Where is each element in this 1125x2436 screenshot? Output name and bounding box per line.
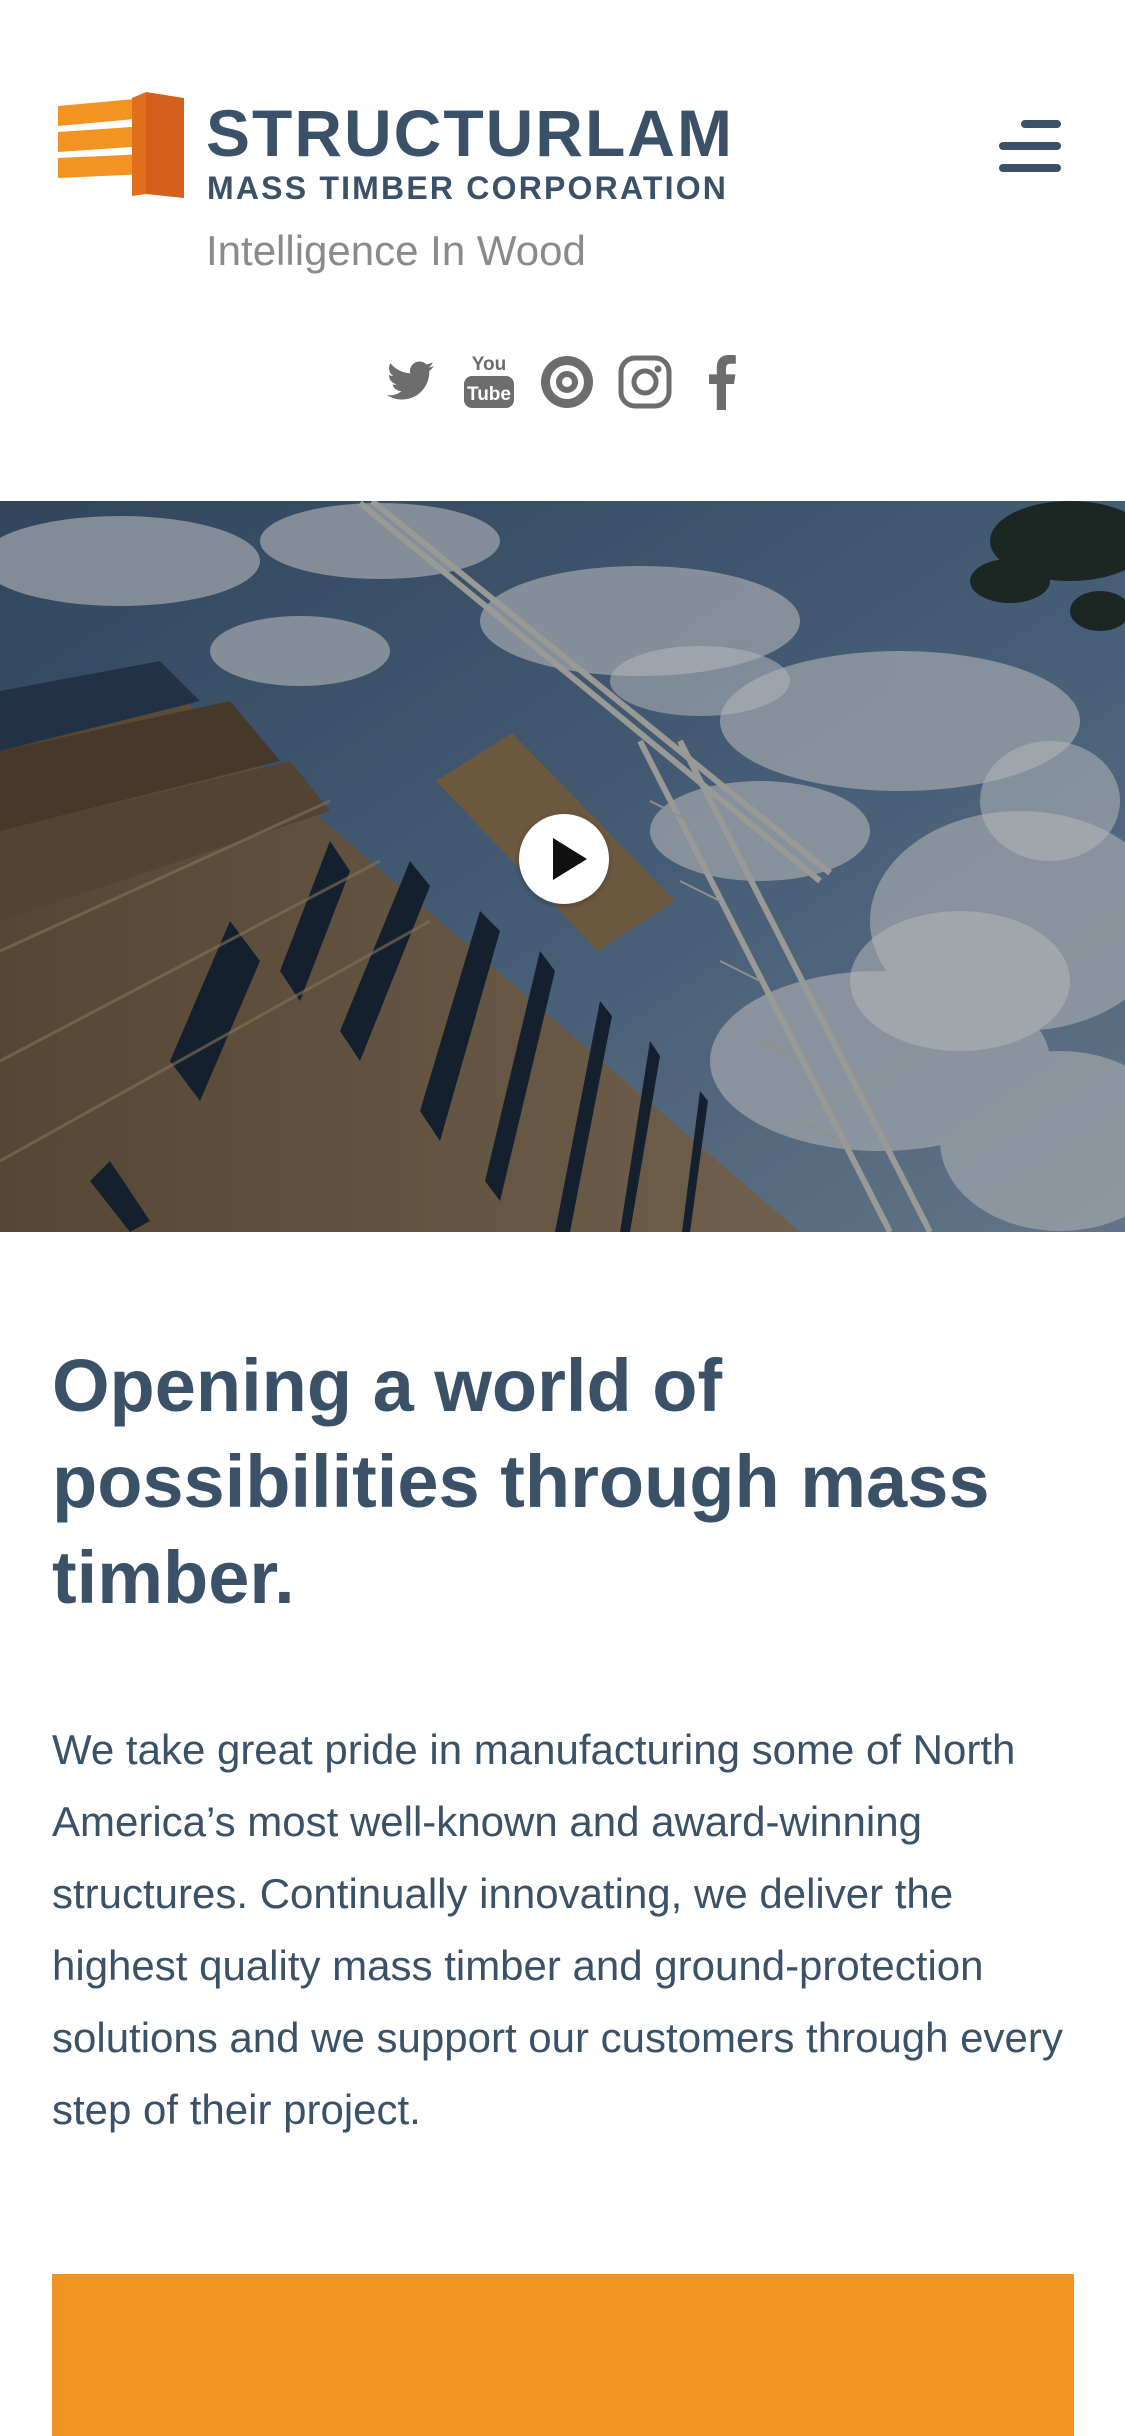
page-headline: Opening a world of possibilities through…	[52, 1344, 990, 1619]
brand-subtitle: MASS TIMBER CORPORATION	[207, 170, 729, 206]
youtube-icon[interactable]: You Tube	[462, 350, 516, 410]
svg-text:You: You	[472, 354, 506, 375]
twitter-icon[interactable]	[384, 350, 438, 410]
intro-paragraph: We take great pride in manufacturing som…	[52, 1726, 1063, 2133]
structurlam-logo-mark-icon	[58, 92, 184, 198]
hamburger-menu-icon[interactable]	[995, 118, 1061, 176]
orange-cta-block[interactable]	[52, 2274, 1074, 2436]
brand-logo[interactable]: STRUCTURLAM MASS TIMBER CORPORATION Inte…	[58, 92, 758, 282]
social-links: You Tube	[384, 348, 750, 412]
svg-text:Tube: Tube	[467, 384, 511, 405]
hero-video[interactable]	[0, 501, 1125, 1232]
issuu-icon[interactable]	[540, 350, 594, 410]
brand-tagline: Intelligence In Wood	[206, 227, 586, 274]
play-button[interactable]	[519, 814, 609, 904]
instagram-icon[interactable]	[618, 350, 672, 410]
facebook-icon[interactable]	[696, 350, 750, 410]
brand-name: STRUCTURLAM	[206, 96, 734, 170]
play-icon	[553, 838, 587, 880]
